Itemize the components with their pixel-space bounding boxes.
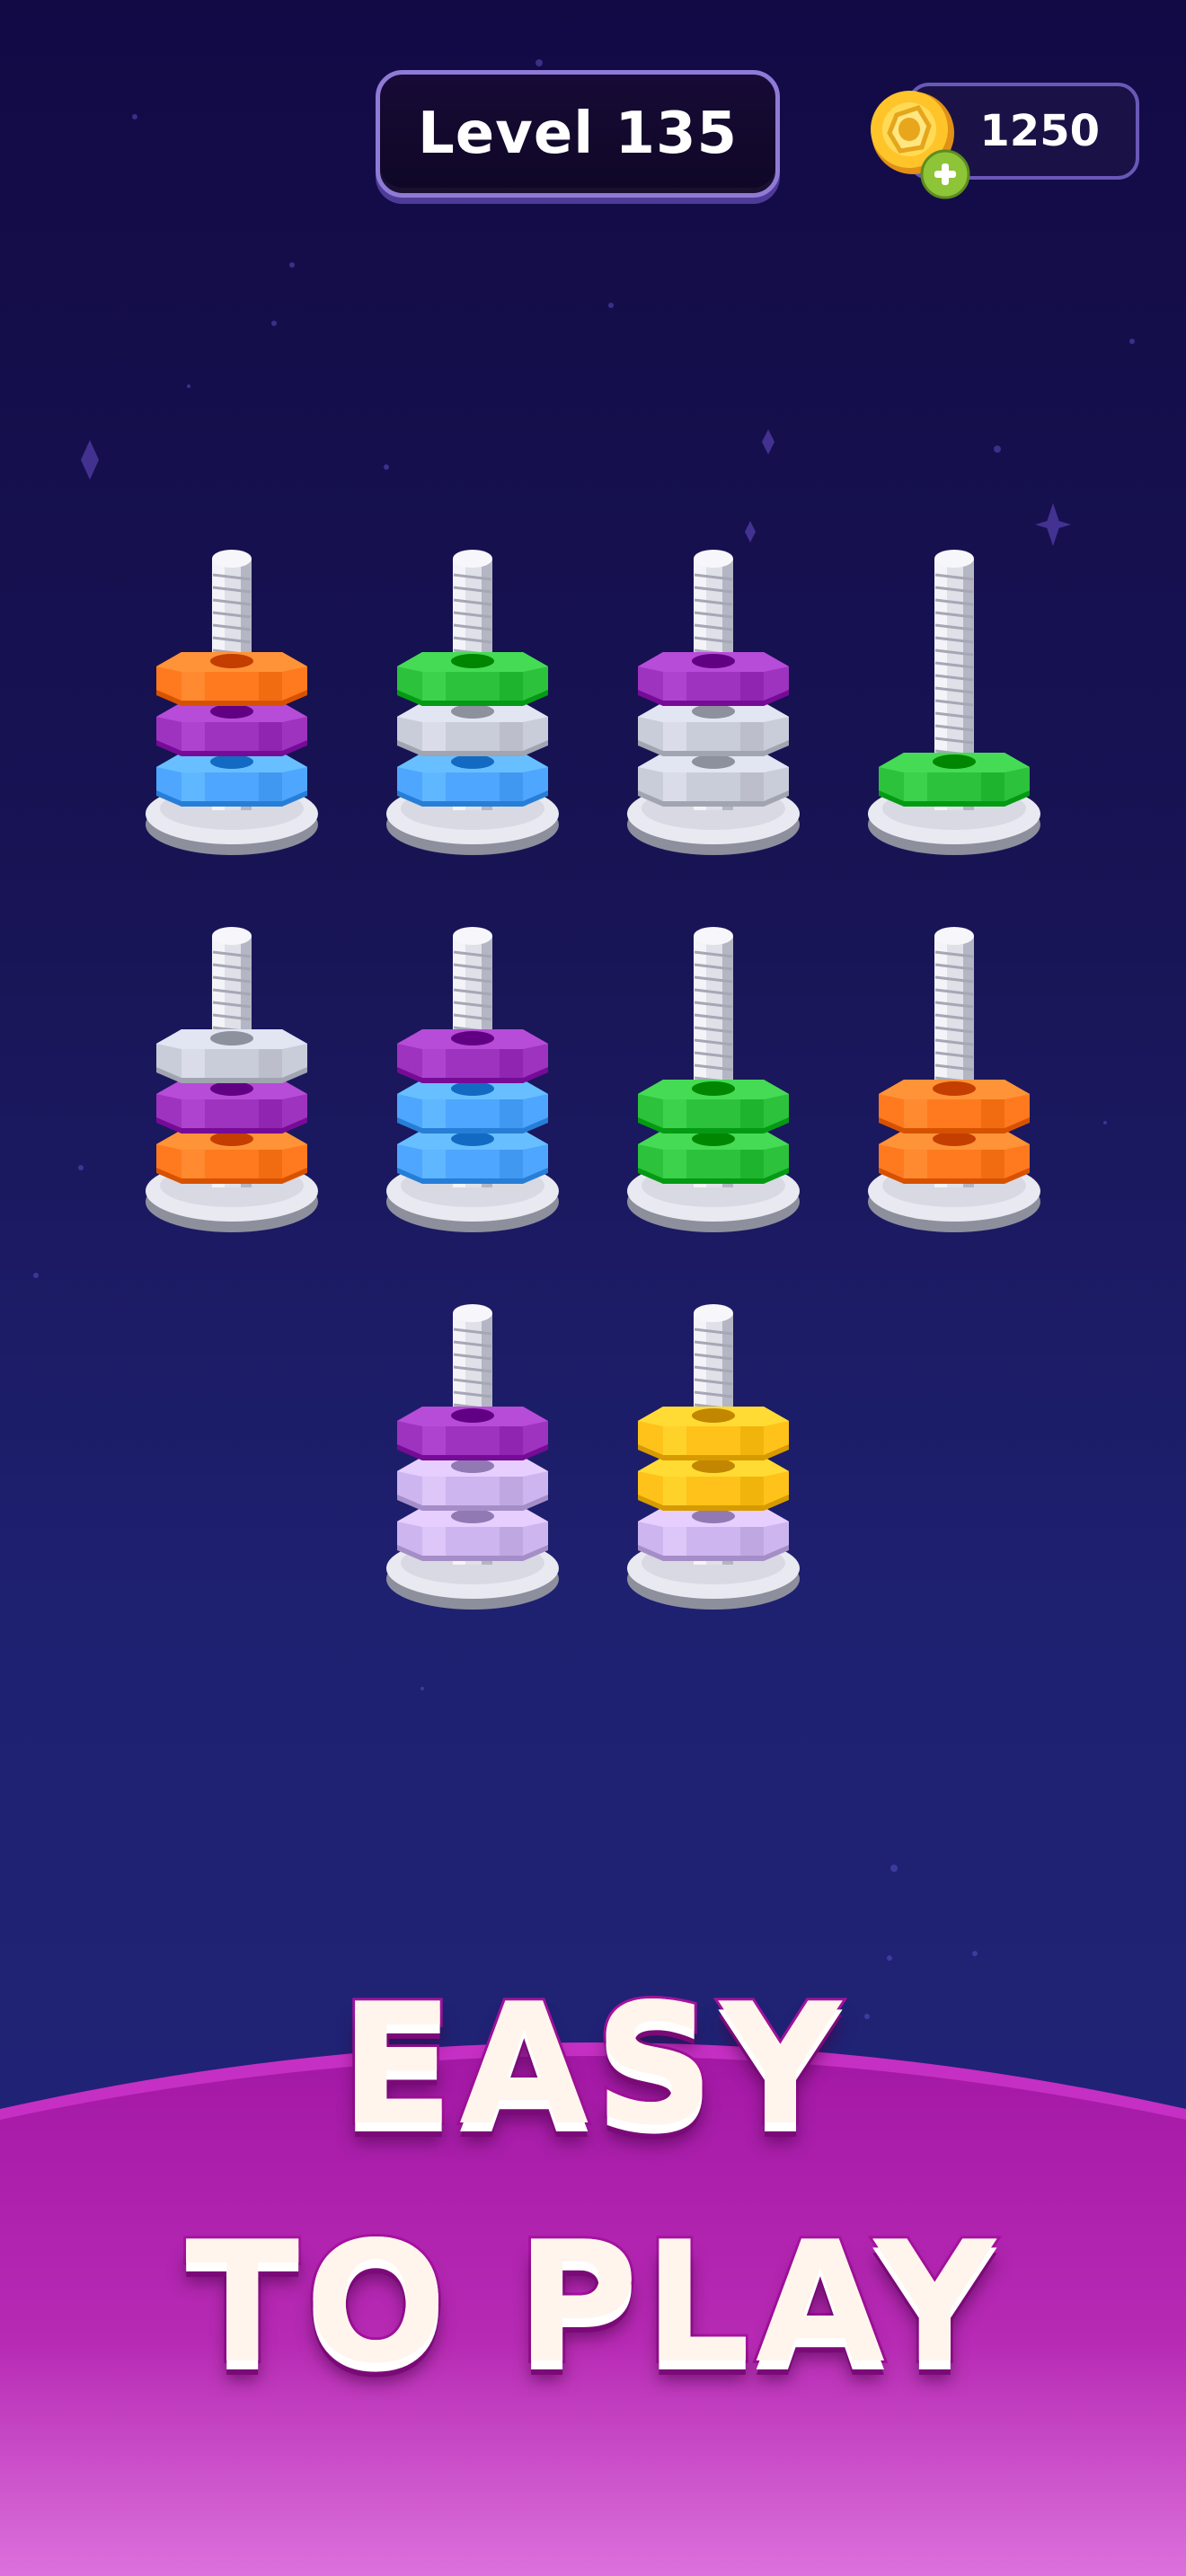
- nut-lavender: [397, 1507, 548, 1561]
- nut-orange: [156, 652, 307, 706]
- nut-silver: [638, 753, 789, 807]
- bolt-pole[interactable]: [383, 539, 562, 862]
- nut-purple: [156, 702, 307, 756]
- nut-purple: [397, 1029, 548, 1083]
- nut-green: [879, 753, 1030, 807]
- nut-purple: [156, 1080, 307, 1134]
- level-indicator: Level 135: [376, 70, 780, 198]
- nut-blue: [397, 1130, 548, 1184]
- nut-lavender: [638, 1507, 789, 1561]
- bolt-pole[interactable]: [383, 1293, 562, 1617]
- bolt-pole[interactable]: [624, 916, 803, 1239]
- nut-green: [638, 1080, 789, 1134]
- nut-purple: [397, 1407, 548, 1460]
- nut-blue: [397, 753, 548, 807]
- nut-green: [397, 652, 548, 706]
- nut-orange: [879, 1080, 1030, 1134]
- nut-silver: [156, 1029, 307, 1083]
- nut-yellow: [638, 1407, 789, 1460]
- bolt-pole[interactable]: [624, 1293, 803, 1617]
- nut-silver: [397, 702, 548, 756]
- nut-lavender: [397, 1457, 548, 1511]
- nut-orange: [156, 1130, 307, 1184]
- promo-line-easy: EASY: [337, 1964, 846, 2165]
- plus-icon: [920, 149, 970, 199]
- bolt-pole[interactable]: [142, 539, 322, 862]
- coin-icon[interactable]: [855, 75, 981, 201]
- nut-yellow: [638, 1457, 789, 1511]
- nut-green: [638, 1130, 789, 1184]
- nut-blue: [397, 1080, 548, 1134]
- nut-orange: [879, 1130, 1030, 1184]
- bolt-pole[interactable]: [142, 916, 322, 1239]
- bolt-pole[interactable]: [864, 916, 1044, 1239]
- nut-blue: [156, 753, 307, 807]
- promo-line-to-play: TO PLAY: [182, 2202, 1001, 2403]
- coin-count: 1250: [979, 106, 1100, 156]
- bolt-pole[interactable]: [864, 539, 1044, 862]
- nut-purple: [638, 652, 789, 706]
- bolt-pole[interactable]: [624, 539, 803, 862]
- bolt-pole[interactable]: [383, 916, 562, 1239]
- nut-silver: [638, 702, 789, 756]
- game-board: [0, 539, 1186, 1707]
- level-label: Level 135: [417, 101, 739, 167]
